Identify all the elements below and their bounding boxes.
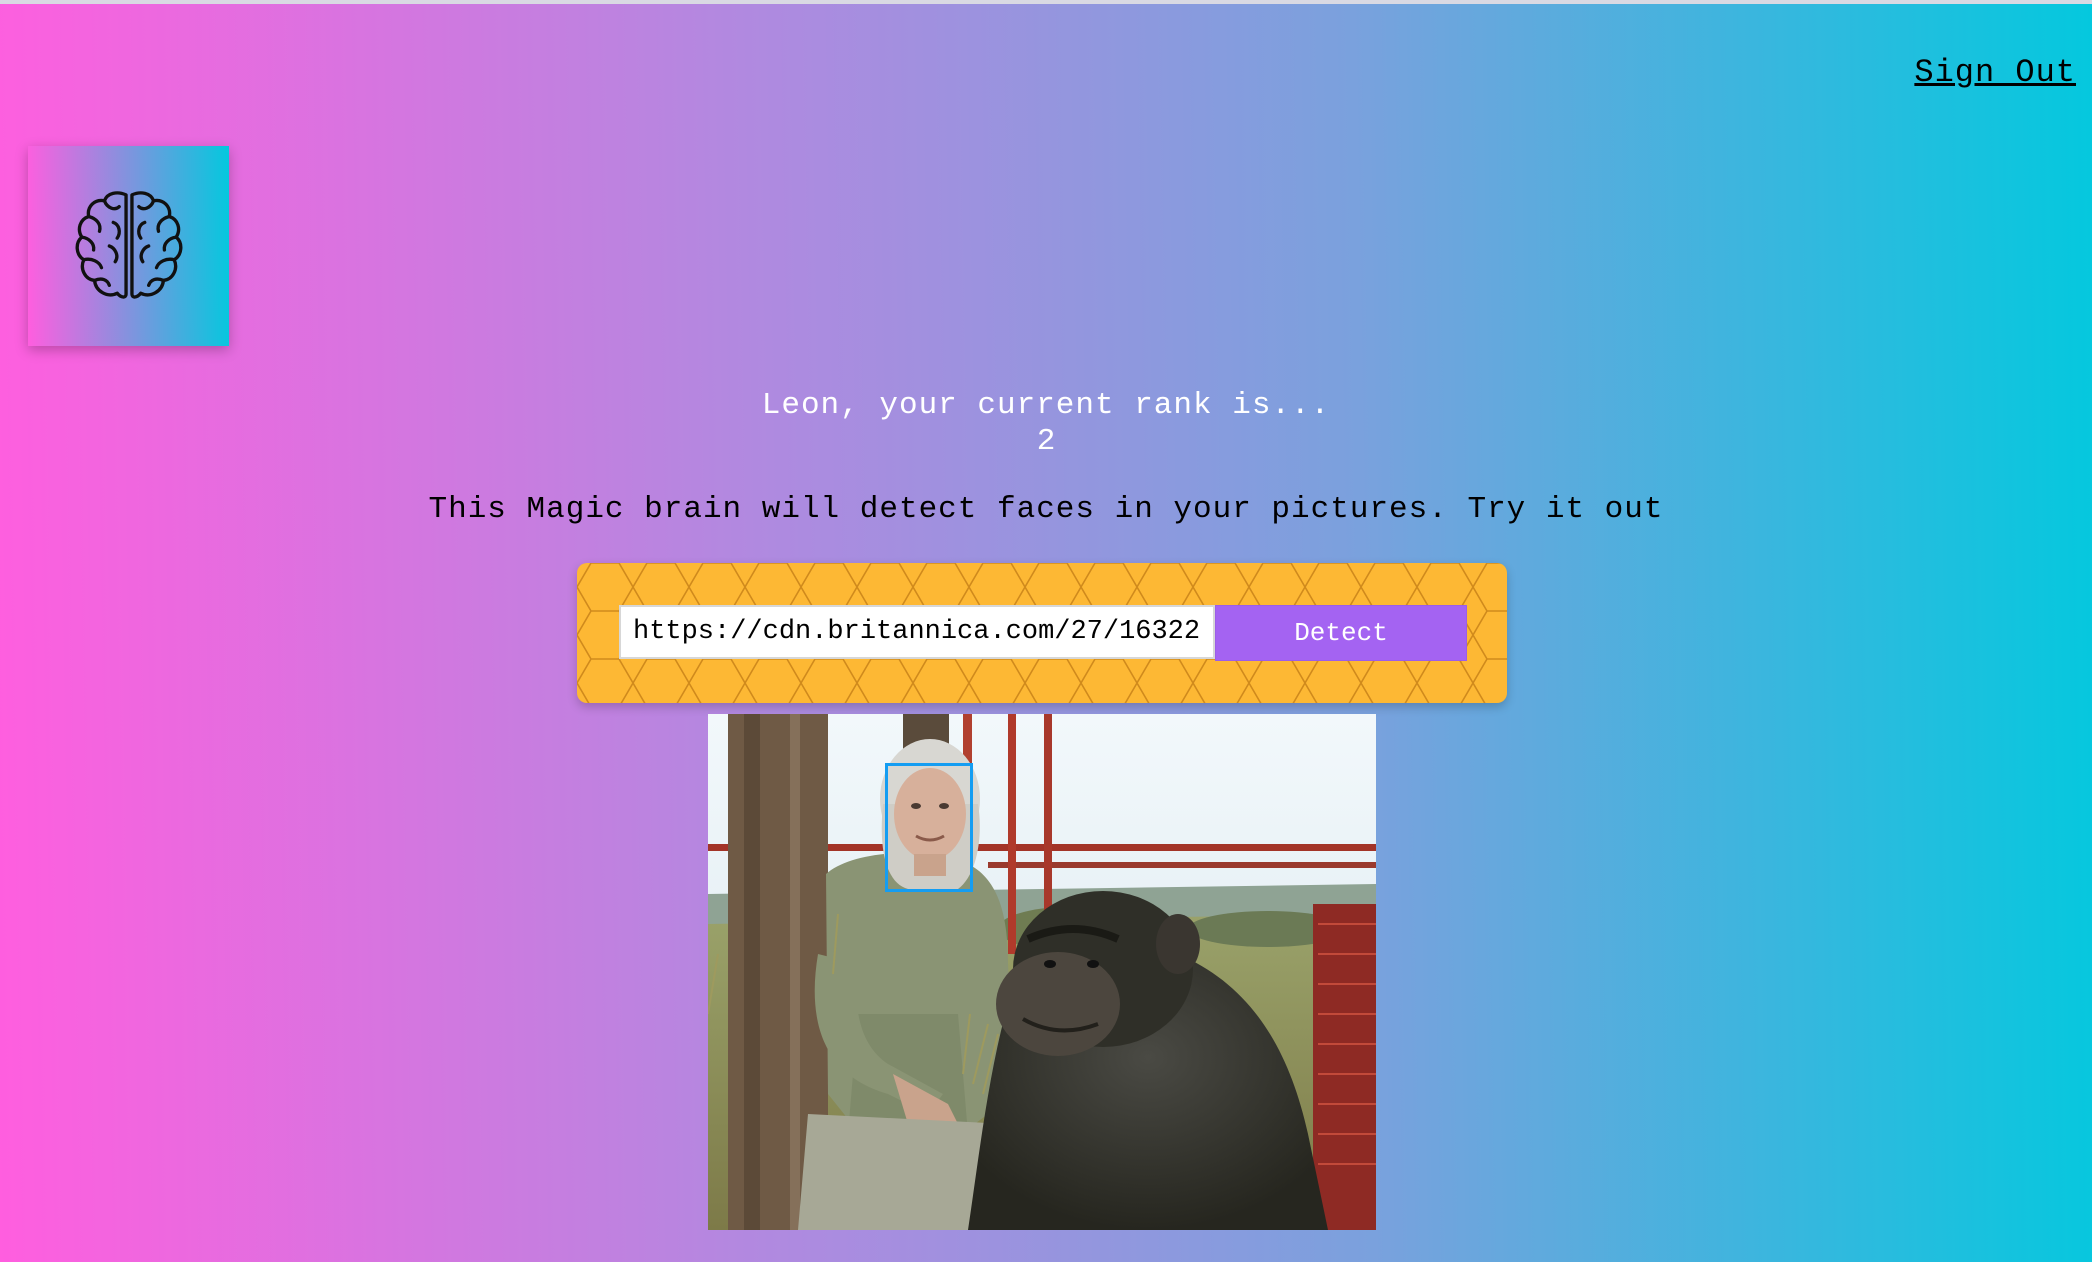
- image-link-form: Detect: [577, 563, 1507, 703]
- tagline: This Magic brain will detect faces in yo…: [428, 492, 1664, 527]
- detect-button[interactable]: Detect: [1215, 605, 1467, 661]
- result-image: [708, 714, 1376, 1230]
- browser-top-edge: [0, 0, 2092, 4]
- rank-value: 2: [1036, 424, 1056, 459]
- sign-out-link[interactable]: Sign Out: [1914, 54, 2076, 91]
- image-url-input[interactable]: [619, 605, 1215, 659]
- brain-icon: [75, 191, 182, 299]
- face-bounding-box: [885, 763, 973, 892]
- logo-tile[interactable]: [28, 146, 229, 346]
- rank-message: Leon, your current rank is...: [761, 388, 1331, 423]
